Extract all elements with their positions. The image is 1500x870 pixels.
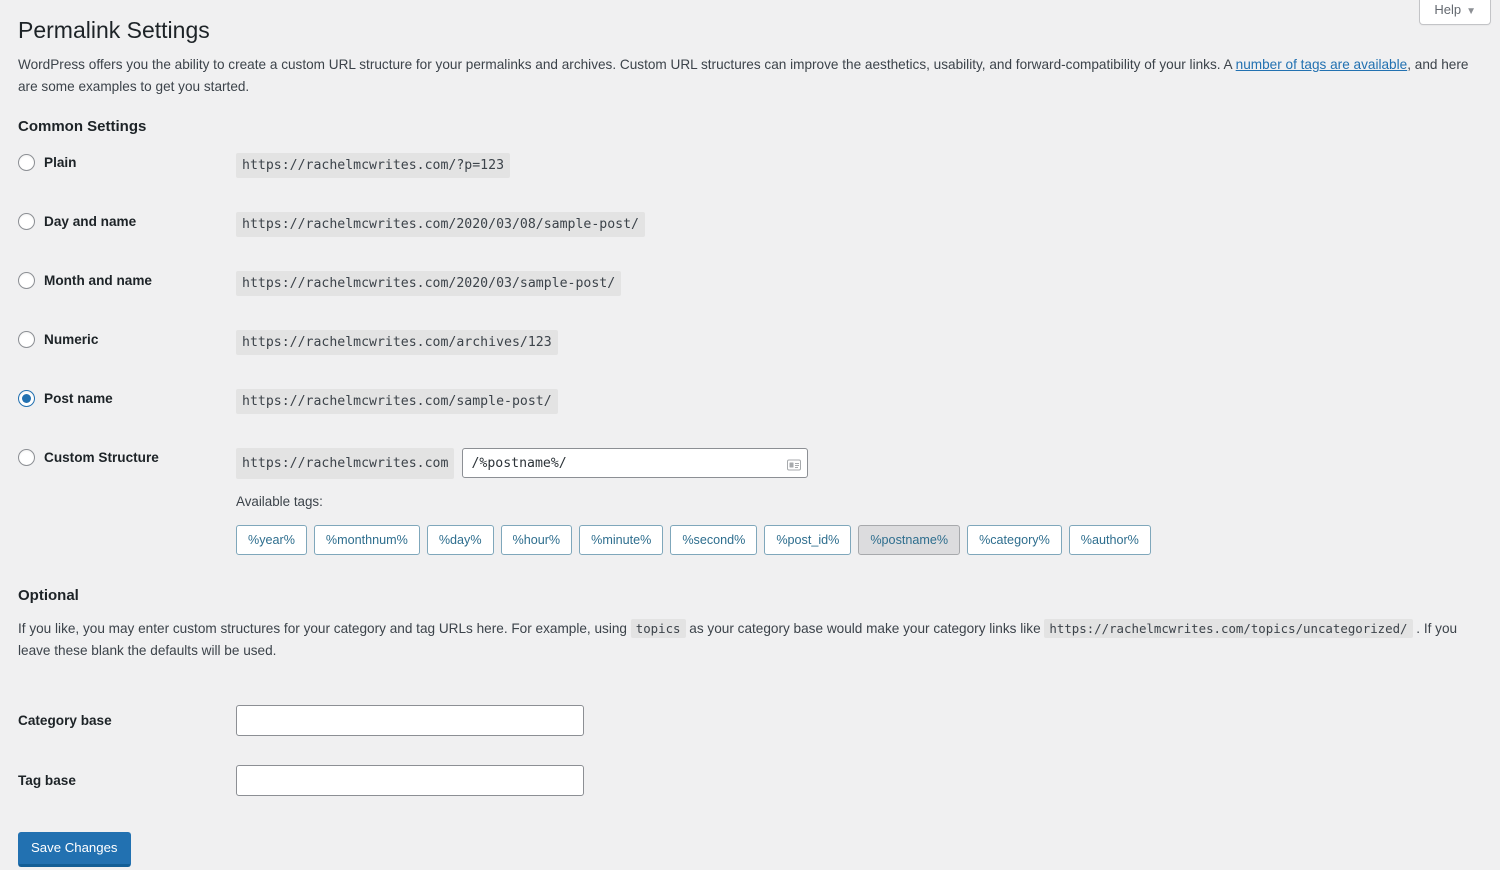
tag-button-post-id[interactable]: %post_id% <box>764 524 852 556</box>
permalink-option-month-and-name[interactable]: Month and name <box>18 271 236 290</box>
tag-base-label: Tag base <box>18 772 76 788</box>
radio-icon[interactable] <box>18 448 35 466</box>
intro-paragraph: WordPress offers you the ability to crea… <box>18 54 1482 98</box>
tag-button-second[interactable]: %second% <box>670 524 758 556</box>
radio-icon[interactable] <box>18 212 35 230</box>
help-tab-button[interactable]: Help ▼ <box>1419 0 1491 25</box>
permalink-example-url: https://rachelmcwrites.com/2020/03/sampl… <box>236 270 622 297</box>
permalink-option-post-name[interactable]: Post name <box>18 389 236 408</box>
permalink-settings-page: Help ▼ Permalink Settings WordPress offer… <box>0 0 1500 870</box>
radio-icon[interactable] <box>18 330 35 348</box>
submit-wrap: Save Changes <box>18 832 1482 868</box>
permalink-example-url: https://rachelmcwrites.com/sample-post/ <box>236 388 558 415</box>
table-row: Plain https://rachelmcwrites.com/?p=123 <box>18 152 1482 212</box>
field-cell <box>236 750 584 810</box>
optional-desc-part1: If you like, you may enter custom struct… <box>18 621 631 637</box>
example-cell: https://rachelmcwrites.com/2020/03/08/sa… <box>236 211 1482 271</box>
tag-base-input[interactable] <box>236 764 584 796</box>
custom-structure-url-prefix: https://rachelmcwrites.com <box>236 447 455 480</box>
help-tab-label: Help <box>1434 2 1462 17</box>
example-cell: https://rachelmcwrites.com/2020/03/sampl… <box>236 270 1482 330</box>
optional-code-example-url: https://rachelmcwrites.com/topics/uncate… <box>1044 619 1413 639</box>
permalink-option-plain[interactable]: Plain <box>18 153 236 172</box>
permalink-example-url: https://rachelmcwrites.com/2020/03/08/sa… <box>236 211 645 238</box>
number-of-tags-link[interactable]: number of tags are available <box>1236 57 1408 72</box>
permalink-option-label: Custom Structure <box>44 449 159 465</box>
radio-cell: Custom Structure <box>18 448 236 555</box>
tag-button-minute[interactable]: %minute% <box>579 524 664 556</box>
custom-structure-cell: https://rachelmcwrites.com /%postname%/ … <box>236 447 1482 556</box>
table-row: Tag base <box>18 750 584 810</box>
radio-cell: Numeric <box>18 330 236 389</box>
example-cell: https://rachelmcwrites.com/archives/123 <box>236 329 1482 389</box>
table-row: Category base <box>18 690 584 750</box>
permalink-example-url: https://rachelmcwrites.com/archives/123 <box>236 329 558 356</box>
category-base-input[interactable] <box>236 704 584 736</box>
table-row: Post name https://rachelmcwrites.com/sam… <box>18 388 1482 448</box>
custom-structure-line: https://rachelmcwrites.com <box>236 447 1482 480</box>
table-row-custom-structure: Custom Structure https://rachelmcwrites.… <box>18 447 1482 556</box>
optional-code-topics: topics <box>630 619 686 639</box>
optional-heading: Optional <box>18 587 79 605</box>
label-cell: Category base <box>18 690 236 750</box>
label-cell: Tag base <box>18 750 236 810</box>
example-cell: https://rachelmcwrites.com/sample-post/ <box>236 388 1482 448</box>
tag-button-author[interactable]: %author% <box>1068 524 1151 556</box>
page-title: Permalink Settings <box>18 17 210 43</box>
available-tags-label: Available tags: <box>236 494 323 510</box>
radio-cell: Plain <box>18 153 236 212</box>
radio-icon[interactable] <box>18 271 35 289</box>
custom-structure-input[interactable] <box>462 448 809 479</box>
permalink-options-table: Plain https://rachelmcwrites.com/?p=123 … <box>18 152 1482 556</box>
table-row: Day and name https://rachelmcwrites.com/… <box>18 211 1482 271</box>
radio-cell: Month and name <box>18 271 236 330</box>
permalink-option-label: Plain <box>44 154 77 170</box>
chevron-down-icon: ▼ <box>1466 6 1476 17</box>
available-tags-row: %year% %monthnum% %day% %hour% %minute% … <box>236 524 1482 556</box>
save-changes-button[interactable]: Save Changes <box>18 832 131 868</box>
field-cell <box>236 690 584 750</box>
optional-desc-part2: as your category base would make your ca… <box>685 621 1045 637</box>
permalink-option-day-and-name[interactable]: Day and name <box>18 212 236 231</box>
permalink-option-label: Day and name <box>44 213 137 229</box>
tag-button-day[interactable]: %day% <box>426 524 494 556</box>
radio-cell: Post name <box>18 389 236 448</box>
radio-icon[interactable] <box>18 153 35 171</box>
optional-description: If you like, you may enter custom struct… <box>18 618 1482 662</box>
permalink-option-label: Post name <box>44 390 113 406</box>
optional-section: Optional If you like, you may enter cust… <box>18 585 1482 868</box>
table-row: Numeric https://rachelmcwrites.com/archi… <box>18 329 1482 389</box>
permalink-example-url: https://rachelmcwrites.com/?p=123 <box>236 152 511 179</box>
tag-button-postname[interactable]: %postname% <box>858 524 961 556</box>
intro-text-part1: WordPress offers you the ability to crea… <box>18 56 1236 72</box>
radio-icon-selected[interactable] <box>18 389 35 407</box>
custom-structure-input-wrap <box>462 448 809 479</box>
tag-button-year[interactable]: %year% <box>236 524 307 556</box>
permalink-option-label: Month and name <box>44 272 152 288</box>
tag-button-hour[interactable]: %hour% <box>500 524 573 556</box>
tag-button-category[interactable]: %category% <box>967 524 1062 556</box>
example-cell: https://rachelmcwrites.com/?p=123 <box>236 152 1482 212</box>
permalink-option-label: Numeric <box>44 331 99 347</box>
radio-cell: Day and name <box>18 212 236 271</box>
category-base-label: Category base <box>18 712 112 728</box>
table-row: Month and name https://rachelmcwrites.co… <box>18 270 1482 330</box>
common-settings-heading: Common Settings <box>18 117 147 135</box>
optional-form-table: Category base Tag base <box>18 690 584 810</box>
permalink-option-custom-structure[interactable]: Custom Structure <box>18 448 236 467</box>
permalink-option-numeric[interactable]: Numeric <box>18 330 236 349</box>
tag-button-monthnum[interactable]: %monthnum% <box>313 524 420 556</box>
